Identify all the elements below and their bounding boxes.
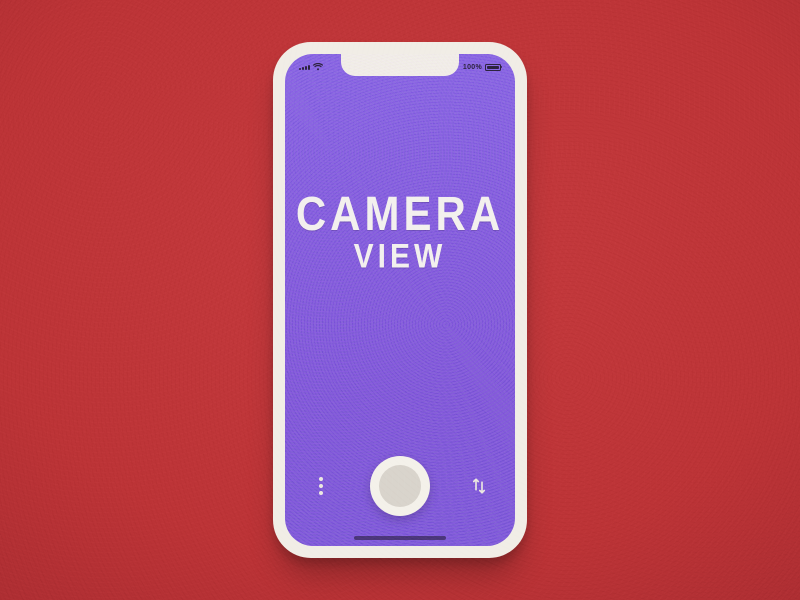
- app-mockup-stage: 100% CAMERA VIEW: [0, 0, 800, 600]
- shutter-button[interactable]: [370, 456, 430, 516]
- more-options-button[interactable]: [309, 474, 333, 498]
- more-vertical-icon: [319, 477, 323, 495]
- status-bar: 100%: [285, 58, 515, 76]
- phone-screen: 100% CAMERA VIEW: [285, 54, 515, 546]
- cellular-signal-icon: [299, 65, 310, 70]
- status-right: 100%: [463, 64, 501, 71]
- camera-controls: [285, 446, 515, 526]
- battery-percent: 100%: [463, 64, 482, 71]
- home-indicator[interactable]: [354, 536, 446, 540]
- title-line-1: CAMERA: [285, 188, 515, 239]
- battery-icon: [485, 64, 501, 71]
- wifi-icon: [313, 63, 323, 71]
- camera-view-title: CAMERA VIEW: [285, 192, 515, 274]
- swap-vertical-icon: [470, 477, 488, 495]
- phone-frame: 100% CAMERA VIEW: [273, 42, 527, 558]
- shutter-icon: [379, 465, 421, 507]
- swap-camera-button[interactable]: [467, 474, 491, 498]
- status-left: [299, 63, 323, 71]
- title-line-2: VIEW: [285, 237, 515, 276]
